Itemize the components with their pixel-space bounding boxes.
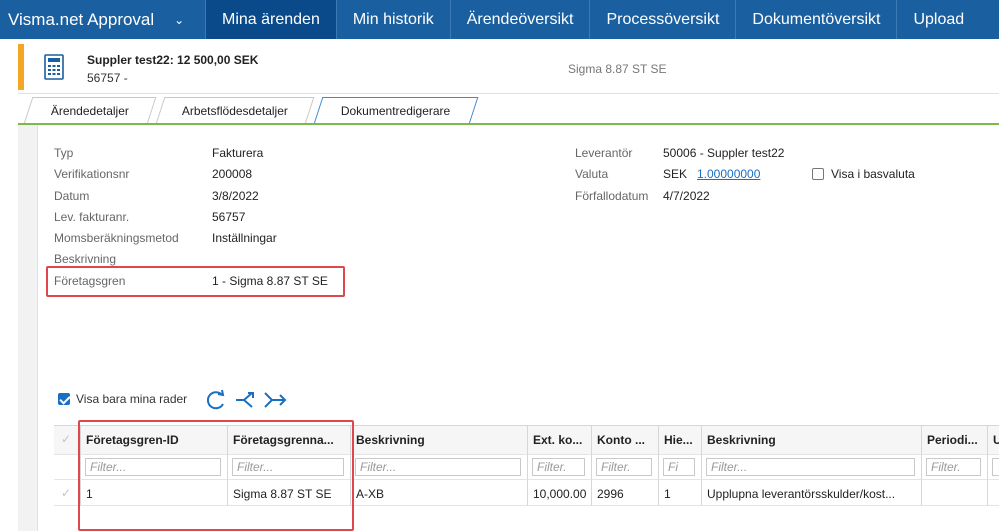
tab-label: Arbetsflödesdetaljer: [181, 104, 288, 118]
check-icon: ✓: [61, 486, 72, 500]
tab-arbetsflodesdetaljer[interactable]: Arbetsflödesdetaljer: [155, 97, 315, 124]
column-header-hierarchy[interactable]: Hie...: [659, 426, 702, 454]
tab-label: Ärendedetaljer: [50, 104, 129, 118]
refresh-icon[interactable]: [204, 389, 228, 411]
cell-ext-cost[interactable]: 10,000.00: [528, 479, 592, 506]
nav-upload[interactable]: Upload: [897, 0, 980, 39]
merge-icon[interactable]: [264, 389, 288, 411]
highlight-box-branch: [46, 266, 345, 297]
chevron-down-icon: ⌄: [174, 12, 185, 27]
type-label: Typ: [54, 146, 74, 160]
tab-label: Dokumentredigerare: [341, 104, 451, 118]
column-header-description[interactable]: Beskrivning: [351, 426, 528, 454]
vat-method-label: Momsberäkningsmetod: [54, 231, 179, 245]
supplier-label: Leverantör: [575, 146, 633, 160]
filter-input-cut[interactable]: [992, 458, 999, 476]
date-label: Datum: [54, 189, 90, 203]
type-value: Fakturera: [212, 146, 264, 160]
column-header-cut[interactable]: U: [988, 426, 999, 454]
cell-period[interactable]: [922, 479, 988, 506]
base-currency-checkbox[interactable]: [812, 168, 824, 180]
filter-input-ext-cost[interactable]: Filter.: [532, 458, 585, 476]
nav-processoversikt[interactable]: Processöversikt: [590, 0, 737, 39]
cell-cut[interactable]: [988, 479, 999, 506]
currency-rate-link[interactable]: 1.00000000: [697, 167, 760, 181]
column-header-ext-cost[interactable]: Ext. ko...: [528, 426, 592, 454]
filter-input-account-description[interactable]: Filter...: [706, 458, 915, 476]
top-navigation: Visma.net Approval ⌄ Mina ärenden Min hi…: [0, 0, 999, 39]
filter-input-description[interactable]: Filter...: [355, 458, 521, 476]
filter-cell: Fi: [659, 454, 702, 479]
document-title: Suppler test22: 12 500,00 SEK: [87, 53, 259, 67]
column-header-account[interactable]: Konto ...: [592, 426, 659, 454]
highlight-box-grid-columns: [78, 420, 354, 531]
nav-mina-arenden[interactable]: Mina ärenden: [206, 0, 337, 39]
filter-cell: Filter.: [592, 454, 659, 479]
filter-cell: Filter...: [702, 454, 922, 479]
filter-input-hierarchy[interactable]: Fi: [663, 458, 695, 476]
left-rail: [18, 125, 38, 531]
status-accent-bar: [18, 44, 24, 90]
show-mine-label: Visa bara mina rader: [76, 392, 188, 406]
supplier-value: 50006 - Suppler test22: [663, 146, 785, 160]
filter-cell: Filter.: [922, 454, 988, 479]
filter-cell: Filter.: [528, 454, 592, 479]
company-name: Sigma 8.87 ST SE: [568, 62, 667, 76]
check-icon: ✓: [61, 432, 72, 446]
currency-label: Valuta: [575, 167, 609, 181]
app-title: Visma.net Approval: [8, 9, 155, 29]
voucher-label: Verifikationsnr: [54, 167, 130, 181]
due-date-value: 4/7/2022: [663, 189, 710, 203]
cell-description[interactable]: A-XB: [351, 479, 528, 506]
voucher-value: 200008: [212, 167, 253, 181]
tab-underline: [18, 123, 999, 125]
currency-code: SEK: [663, 167, 688, 181]
document-subtitle: 56757 -: [87, 71, 128, 85]
invoice-icon: [44, 54, 64, 80]
nav-dokumentoversikt[interactable]: Dokumentöversikt: [736, 0, 898, 39]
tab-arendedetaljer[interactable]: Ärendedetaljer: [23, 97, 157, 124]
nav-arendeoversikt[interactable]: Ärendeöversikt: [451, 0, 591, 39]
base-currency-label: Visa i basvaluta: [831, 167, 915, 181]
row-select[interactable]: ✓: [54, 479, 81, 506]
document-header: Suppler test22: 12 500,00 SEK 56757 - Si…: [18, 44, 999, 94]
vat-method-value: Inställningar: [212, 231, 277, 245]
date-value: 3/8/2022: [212, 189, 259, 203]
filter-input-period[interactable]: Filter.: [926, 458, 981, 476]
select-all-header[interactable]: ✓: [54, 426, 81, 454]
invoice-number-value: 56757: [212, 210, 246, 224]
column-header-period[interactable]: Periodi...: [922, 426, 988, 454]
tab-dokumentredigerare[interactable]: Dokumentredigerare: [313, 97, 479, 124]
split-icon[interactable]: [235, 389, 259, 411]
due-date-label: Förfallodatum: [575, 189, 649, 203]
invoice-number-label: Lev. fakturanr.: [54, 210, 130, 224]
nav-min-historik[interactable]: Min historik: [337, 0, 451, 39]
description-label: Beskrivning: [54, 252, 117, 266]
filter-input-account[interactable]: Filter.: [596, 458, 652, 476]
show-mine-checkbox[interactable]: [58, 393, 70, 405]
cell-hierarchy[interactable]: 1: [659, 479, 702, 506]
app-switcher[interactable]: Visma.net Approval ⌄: [0, 0, 206, 39]
cell-account-description[interactable]: Upplupna leverantörsskulder/kost...: [702, 479, 922, 506]
column-header-account-description[interactable]: Beskrivning: [702, 426, 922, 454]
filter-cell: [988, 454, 999, 479]
filter-cell: Filter...: [351, 454, 528, 479]
select-filter-cell: [54, 454, 81, 479]
cell-account[interactable]: 2996: [592, 479, 659, 506]
